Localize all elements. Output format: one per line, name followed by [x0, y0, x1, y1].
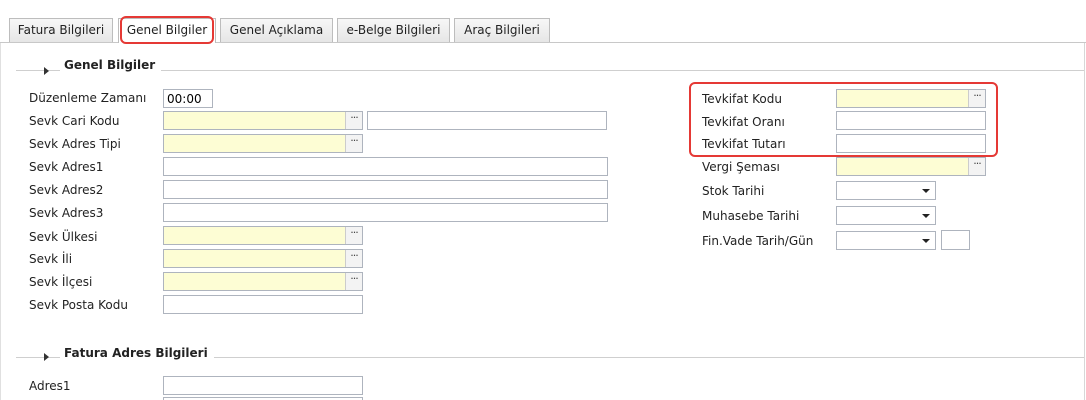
tab-genel-bilgiler[interactable]: Genel Bilgiler: [118, 18, 216, 43]
tevkifat-tutari-input[interactable]: [836, 134, 986, 153]
section-divider: [16, 70, 1084, 71]
section-title-genel-bilgiler: Genel Bilgiler: [60, 58, 162, 72]
ellipsis-icon[interactable]: ···: [968, 90, 985, 107]
caret-right-icon[interactable]: [44, 67, 49, 75]
sevk-adres1-input[interactable]: [163, 157, 608, 176]
caret-down-icon[interactable]: [922, 239, 930, 243]
tevkifat-orani-input[interactable]: [836, 111, 986, 130]
label-stok-tarihi: Stok Tarihi: [702, 184, 765, 198]
sevk-posta-kodu-input[interactable]: [163, 295, 363, 314]
label-muhasebe-tarihi: Muhasebe Tarihi: [702, 209, 800, 223]
label-sevk-adres3: Sevk Adres3: [29, 206, 104, 220]
sevk-adres-tipi-lookup[interactable]: ···: [163, 134, 363, 153]
sevk-ili-lookup[interactable]: ···: [163, 249, 363, 268]
label-sevk-adres-tipi: Sevk Adres Tipi: [29, 137, 121, 151]
caret-down-icon[interactable]: [922, 214, 930, 218]
ellipsis-icon[interactable]: ···: [345, 227, 362, 244]
ellipsis-icon[interactable]: ···: [345, 273, 362, 290]
adres1-input[interactable]: [163, 376, 363, 395]
label-sevk-posta-kodu: Sevk Posta Kodu: [29, 298, 128, 312]
label-tevkifat-tutari: Tevkifat Tutarı: [702, 137, 786, 151]
ellipsis-icon[interactable]: ···: [345, 135, 362, 152]
duzenleme-zamani-input[interactable]: [163, 89, 213, 108]
sevk-ulkesi-lookup[interactable]: ···: [163, 226, 363, 245]
sevk-adres3-input[interactable]: [163, 203, 608, 222]
tevkifat-kodu-lookup[interactable]: ···: [836, 89, 986, 108]
fin-vade-tarih-select[interactable]: [836, 231, 936, 250]
tab-e-belge-bilgileri[interactable]: e-Belge Bilgileri: [337, 18, 450, 42]
label-duzenleme-zamani: Düzenleme Zamanı: [29, 91, 147, 105]
ellipsis-icon[interactable]: ···: [968, 158, 985, 175]
label-tevkifat-kodu: Tevkifat Kodu: [702, 92, 782, 106]
caret-down-icon[interactable]: [922, 189, 930, 193]
label-sevk-ilcesi: Sevk İlçesi: [29, 275, 93, 289]
tab-fatura-bilgileri[interactable]: Fatura Bilgileri: [9, 18, 113, 42]
tab-bar: Fatura Bilgileri Genel Bilgiler Genel Aç…: [0, 0, 1086, 43]
panel-left-border: [0, 43, 1, 400]
tab-arac-bilgileri[interactable]: Araç Bilgileri: [454, 18, 550, 42]
label-adres1: Adres1: [29, 379, 71, 393]
ellipsis-icon[interactable]: ···: [345, 250, 362, 267]
ellipsis-icon[interactable]: ···: [345, 112, 362, 129]
stok-tarihi-select[interactable]: [836, 181, 936, 200]
sevk-ilcesi-lookup[interactable]: ···: [163, 272, 363, 291]
label-tevkifat-orani: Tevkifat Oranı: [702, 115, 785, 129]
panel-right-border: [1084, 43, 1085, 400]
label-sevk-ulkesi: Sevk Ülkesi: [29, 230, 98, 244]
label-sevk-adres2: Sevk Adres2: [29, 183, 104, 197]
sevk-adres2-input[interactable]: [163, 180, 608, 199]
muhasebe-tarihi-select[interactable]: [836, 206, 936, 225]
vergi-semasi-lookup[interactable]: ···: [836, 157, 986, 176]
label-sevk-adres1: Sevk Adres1: [29, 160, 104, 174]
label-fin-vade: Fin.Vade Tarih/Gün: [702, 234, 814, 248]
sevk-cari-adi-input[interactable]: [367, 111, 607, 130]
label-sevk-cari-kodu: Sevk Cari Kodu: [29, 114, 120, 128]
sevk-cari-kodu-lookup[interactable]: ···: [163, 111, 363, 130]
section-title-fatura-adres-bilgileri: Fatura Adres Bilgileri: [60, 346, 214, 360]
label-vergi-semasi: Vergi Şeması: [702, 160, 780, 174]
label-sevk-ili: Sevk İli: [29, 252, 73, 266]
caret-right-icon[interactable]: [44, 353, 49, 361]
fin-vade-gun-input[interactable]: [941, 230, 970, 250]
tab-genel-aciklama[interactable]: Genel Açıklama: [220, 18, 333, 42]
